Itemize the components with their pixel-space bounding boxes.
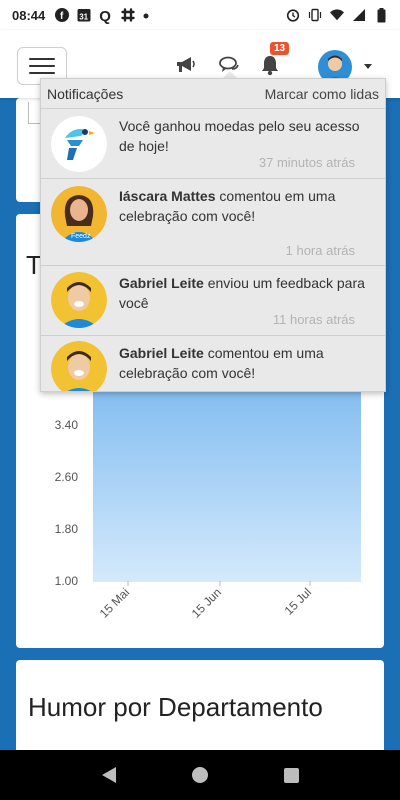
department-mood-card: Humor por Departamento bbox=[16, 660, 384, 760]
notification-item[interactable]: Você ganhou moedas pelo seu acesso de ho… bbox=[41, 109, 385, 179]
notification-time: 1 hora atrás bbox=[285, 243, 355, 258]
woman-avatar-icon: Feedz bbox=[51, 186, 107, 242]
home-icon[interactable] bbox=[191, 767, 208, 783]
svg-text:Feedz: Feedz bbox=[71, 233, 91, 240]
department-mood-title: Humor por Departamento bbox=[28, 692, 323, 722]
hamburger-line bbox=[29, 65, 55, 67]
slack-icon bbox=[121, 8, 135, 22]
man-avatar-icon bbox=[51, 272, 107, 328]
signal-icon bbox=[352, 8, 366, 22]
status-bar: 08:44 f 31 Q bbox=[0, 0, 400, 30]
mark-as-read-link[interactable]: Marcar como lidas bbox=[265, 86, 379, 102]
notification-time: 11 horas atrás bbox=[272, 312, 355, 327]
man-avatar-icon bbox=[51, 341, 107, 391]
x-tick-label: 15 Mai bbox=[97, 585, 132, 620]
notification-item[interactable]: Feedz Iáscara Mattes comentou em uma cel… bbox=[41, 179, 385, 266]
status-right-icons bbox=[286, 7, 388, 22]
y-tick-label: 2.60 bbox=[55, 470, 79, 484]
notification-count-badge: 13 bbox=[270, 42, 290, 55]
recent-apps-icon[interactable] bbox=[283, 767, 299, 783]
megaphone-icon[interactable] bbox=[175, 54, 197, 76]
notification-author: Iáscara Mattes bbox=[119, 188, 216, 204]
wifi-icon bbox=[330, 8, 344, 22]
status-time: 08:44 bbox=[12, 7, 46, 23]
alarm-icon bbox=[286, 8, 300, 22]
battery-icon bbox=[374, 7, 388, 22]
feedz-logo-icon bbox=[51, 116, 107, 172]
back-icon[interactable] bbox=[101, 767, 116, 783]
facebook-icon: f bbox=[55, 8, 70, 22]
hamburger-line bbox=[29, 58, 55, 60]
calendar-icon: 31 bbox=[77, 8, 91, 22]
svg-text:31: 31 bbox=[79, 13, 88, 22]
notification-text: Gabriel Leite enviou um feedback para vo… bbox=[119, 266, 375, 313]
chart-x-axis: 15 Mai 15 Jun 15 Jul bbox=[97, 581, 314, 621]
notifications-title: Notificações bbox=[47, 85, 124, 102]
q-icon: Q bbox=[99, 8, 111, 25]
vibrate-icon bbox=[308, 8, 322, 22]
area-fill bbox=[93, 373, 361, 581]
notifications-dropdown: Notificações Marcar como lidas Você ganh… bbox=[40, 78, 386, 392]
dot-icon bbox=[143, 8, 157, 22]
notification-text: Você ganhou moedas pelo seu acesso de ho… bbox=[119, 109, 375, 156]
notification-author: Gabriel Leite bbox=[119, 345, 204, 361]
y-tick-label: 3.40 bbox=[55, 418, 79, 432]
x-tick-label: 15 Jul bbox=[282, 585, 315, 618]
x-tick-label: 15 Jun bbox=[189, 585, 224, 620]
chart-series bbox=[92, 371, 362, 581]
y-tick-label: 1.80 bbox=[55, 522, 79, 536]
chevron-down-icon[interactable] bbox=[364, 64, 372, 69]
notification-item[interactable]: Gabriel Leite enviou um feedback para vo… bbox=[41, 266, 385, 336]
chart-y-axis: 1.00 1.80 2.60 3.40 bbox=[55, 418, 79, 588]
notification-author: Gabriel Leite bbox=[119, 275, 204, 291]
status-left-icons: f 31 Q bbox=[55, 8, 157, 25]
system-nav-bar bbox=[0, 750, 400, 800]
notification-text: Iáscara Mattes comentou em uma celebraçã… bbox=[119, 179, 375, 226]
hamburger-line bbox=[29, 72, 55, 74]
notification-text: Gabriel Leite comentou em uma celebração… bbox=[119, 336, 375, 383]
notification-time: 37 minutos atrás bbox=[258, 155, 355, 170]
y-tick-label: 1.00 bbox=[55, 574, 79, 588]
notification-item[interactable]: Gabriel Leite comentou em uma celebração… bbox=[41, 336, 385, 391]
notification-message: Você ganhou moedas pelo seu acesso de ho… bbox=[119, 118, 360, 154]
bell-icon[interactable] bbox=[259, 54, 281, 76]
notifications-header: Notificações Marcar como lidas bbox=[41, 79, 385, 109]
